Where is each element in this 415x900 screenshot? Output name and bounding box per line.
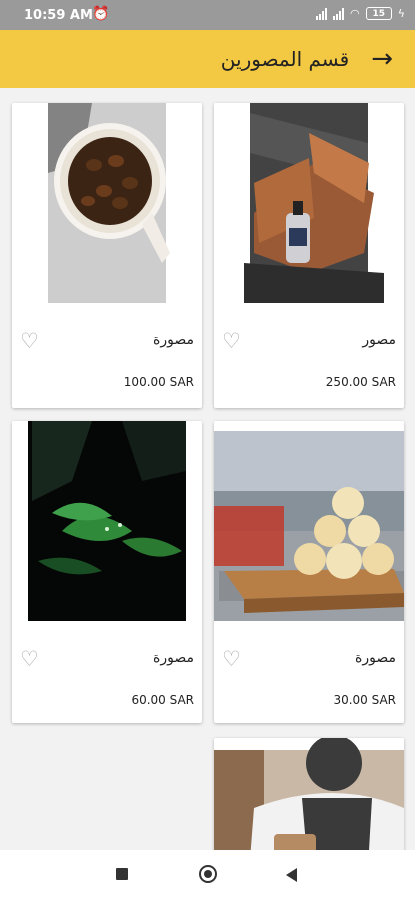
product-image bbox=[214, 421, 404, 621]
product-card-2[interactable]: ♡ مصورة 100.00 SAR bbox=[12, 103, 202, 408]
signal-icon-2 bbox=[333, 7, 345, 20]
product-image bbox=[214, 103, 404, 303]
product-card-5[interactable] bbox=[214, 738, 404, 850]
product-image bbox=[12, 103, 202, 303]
home-button[interactable] bbox=[199, 865, 217, 883]
product-price: 60.00 SAR bbox=[131, 693, 194, 707]
product-card-4[interactable]: ♡ مصورة 60.00 SAR bbox=[12, 421, 202, 723]
product-grid: ♡ مصور 250.00 SAR ♡ مصورة 100.00 SAR ♡ م… bbox=[0, 88, 415, 850]
product-name: مصور bbox=[362, 332, 396, 348]
charging-icon: ϟ bbox=[397, 7, 405, 20]
favorite-heart-icon[interactable]: ♡ bbox=[20, 649, 39, 670]
product-name: مصورة bbox=[153, 650, 194, 666]
recent-apps-button[interactable] bbox=[116, 868, 128, 880]
favorite-heart-icon[interactable]: ♡ bbox=[222, 649, 241, 670]
product-price: 30.00 SAR bbox=[333, 693, 396, 707]
page-title: قسم المصورين bbox=[220, 47, 350, 71]
signal-icon bbox=[316, 7, 328, 20]
wifi-icon: ◠ bbox=[350, 7, 360, 20]
product-image bbox=[214, 738, 404, 850]
product-card-1[interactable]: ♡ مصور 250.00 SAR bbox=[214, 103, 404, 408]
status-icons: ◠ 15 ϟ bbox=[316, 7, 405, 20]
back-arrow-icon[interactable]: → bbox=[371, 46, 393, 72]
product-name: مصورة bbox=[355, 650, 396, 666]
status-bar: 10:59 AM ⏰ ◠ 15 ϟ bbox=[0, 0, 415, 30]
app-bar: قسم المصورين → bbox=[0, 30, 415, 88]
clock: 10:59 AM bbox=[24, 8, 93, 23]
product-name: مصورة bbox=[153, 332, 194, 348]
favorite-heart-icon[interactable]: ♡ bbox=[222, 331, 241, 352]
product-price: 250.00 SAR bbox=[325, 375, 396, 389]
favorite-heart-icon[interactable]: ♡ bbox=[20, 331, 39, 352]
back-button[interactable] bbox=[286, 868, 297, 882]
android-nav-bar bbox=[0, 850, 415, 900]
alarm-icon: ⏰ bbox=[92, 6, 110, 22]
product-card-3[interactable]: ♡ مصورة 30.00 SAR bbox=[214, 421, 404, 723]
product-price: 100.00 SAR bbox=[123, 375, 194, 389]
battery-icon: 15 bbox=[365, 7, 392, 20]
product-image bbox=[12, 421, 202, 621]
